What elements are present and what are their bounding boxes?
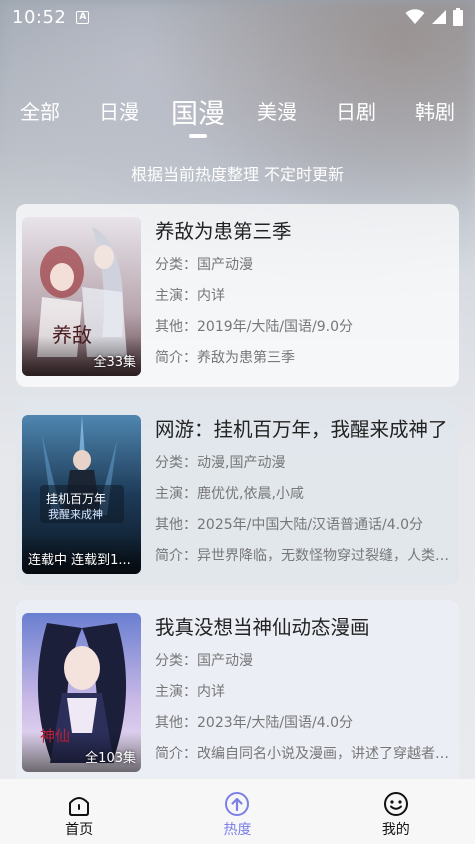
tab-japanese-anime[interactable]: 日漫 [99,96,139,125]
nav-hot-label: 热度 [223,822,252,838]
item-info: 网游：挂机百万年，我醒来成神了 分类：动漫,国产动漫 主演：鹿优优,依晨,小咸 … [155,416,451,568]
tab-korean-drama[interactable]: 韩剧 [415,96,455,125]
svg-text:挂机百万年: 挂机百万年 [46,492,106,506]
tab-japanese-drama[interactable]: 日剧 [336,96,376,125]
battery-icon [453,8,463,26]
item-cast: 主演：鹿优优,依晨,小咸 [155,486,304,502]
item-intro: 简介：养敌为患第三季 [155,350,295,366]
item-cast: 主演：内详 [155,684,225,700]
item-other: 其他：2023年/大陆/国语/4.0分 [155,715,354,731]
episode-count: 全103集 [85,751,136,766]
status-bar: 10:52 A [0,0,475,34]
tab-label: 国漫 [171,99,225,130]
nav-home[interactable]: 首页 [0,779,158,844]
list-item[interactable]: 养敌 全33集 养敌为患第三季 分类：国产动漫 主演：内详 其他：2019年/大… [16,204,459,387]
item-category: 分类：国产动漫 [155,653,253,669]
item-info: 我真没想当神仙动态漫画 分类：国产动漫 主演：内详 其他：2023年/大陆/国语… [155,614,451,766]
wifi-icon [405,9,425,24]
item-other: 其他：2019年/大陆/国语/9.0分 [155,319,354,335]
item-title: 养敌为患第三季 [155,220,292,243]
cover-image: 挂机百万年 我醒来成神 连载中 连载到1... [22,415,141,574]
list-item[interactable]: 神仙 全103集 我真没想当神仙动态漫画 分类：国产动漫 主演：内详 其他：20… [16,600,459,783]
item-other: 其他：2025年/中国大陆/汉语普通话/4.0分 [155,517,424,533]
episode-count: 全33集 [93,355,136,370]
item-title: 我真没想当神仙动态漫画 [155,616,370,639]
notification-badge-icon: A [76,10,90,24]
tab-american-comics[interactable]: 美漫 [257,96,297,125]
hot-icon [225,792,250,816]
signal-icon [432,10,446,24]
ranking-subtitle: 根据当前热度整理 不定时更新 [130,165,345,184]
item-title: 网游：挂机百万年，我醒来成神了 [155,418,448,441]
svg-text:我醒来成神: 我醒来成神 [48,507,103,521]
item-category: 分类：国产动漫 [155,257,253,273]
nav-hot[interactable]: 热度 [158,779,316,844]
list-item[interactable]: 挂机百万年 我醒来成神 连载中 连载到1... 网游：挂机百万年，我醒来成神了 … [16,402,459,585]
nav-home-label: 首页 [65,822,94,838]
cover-image: 神仙 全103集 [22,613,141,772]
cover-image: 养敌 全33集 [22,217,141,376]
tab-chinese-anime[interactable]: 国漫 [171,92,225,138]
smile-icon [383,792,408,816]
bottom-navigation: 首页 热度 我的 [0,778,475,844]
item-category: 分类：动漫,国产动漫 [155,455,286,471]
tab-active-indicator [189,134,207,138]
tab-all[interactable]: 全部 [20,96,60,125]
nav-mine-label: 我的 [381,822,410,838]
item-info: 养敌为患第三季 分类：国产动漫 主演：内详 其他：2019年/大陆/国语/9.0… [155,218,451,370]
item-intro: 简介：异世界降临，无数怪物穿过裂缝，人类危在旦夕 [155,548,451,564]
item-intro: 简介：改编自同名小说及漫画，讲述了穿越者的故事 [155,746,451,762]
status-time: 10:52 [12,6,67,28]
episode-status: 连载中 连载到1... [28,553,131,568]
category-tabs: 全部 日漫 国漫 美漫 日剧 韩剧 [0,96,475,146]
home-icon [69,797,90,816]
item-cast: 主演：内详 [155,288,225,304]
nav-mine[interactable]: 我的 [317,779,475,844]
